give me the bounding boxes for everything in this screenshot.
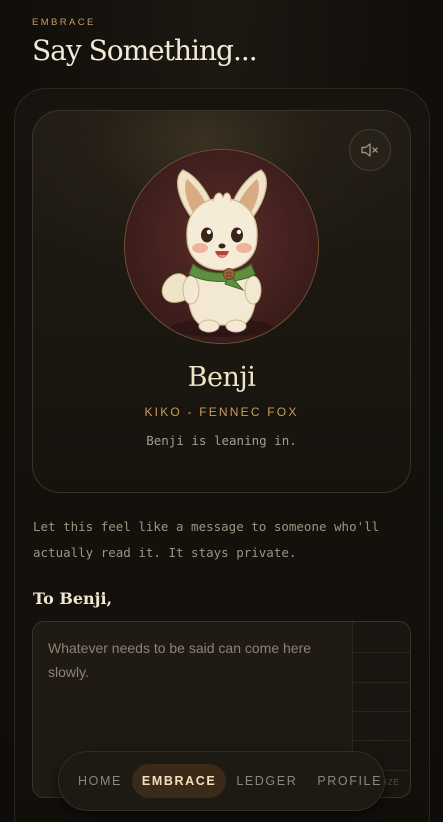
nav-item-ledger[interactable]: LEDGER xyxy=(226,764,307,798)
divider xyxy=(353,682,410,683)
bottom-nav: HOME EMBRACE LEDGER PROFILE xyxy=(58,751,385,811)
speaker-muted-icon xyxy=(361,143,378,157)
nav-item-embrace[interactable]: EMBRACE xyxy=(131,764,227,798)
nav-item-home[interactable]: HOME xyxy=(68,764,132,798)
companion-name: Benji xyxy=(187,362,256,393)
page-title: Say Something... xyxy=(32,34,258,67)
divider xyxy=(353,711,410,712)
mute-button[interactable] xyxy=(349,129,391,171)
companion-species: KIKO - FENNEC FOX xyxy=(144,405,299,419)
fennec-fox-illustration xyxy=(125,150,318,343)
companion-status: Benji is leaning in. xyxy=(146,433,297,448)
divider xyxy=(353,740,410,741)
companion-avatar xyxy=(124,149,319,344)
intro-text-line-2: actually read it. It stays private. xyxy=(33,545,297,560)
divider xyxy=(353,652,410,653)
nav-item-profile[interactable]: PROFILE xyxy=(307,764,392,798)
intro-text-line-1: Let this feel like a message to someone … xyxy=(33,519,380,534)
message-salutation: To Benji, xyxy=(33,589,113,608)
page-eyebrow: EMBRACE xyxy=(32,17,96,28)
